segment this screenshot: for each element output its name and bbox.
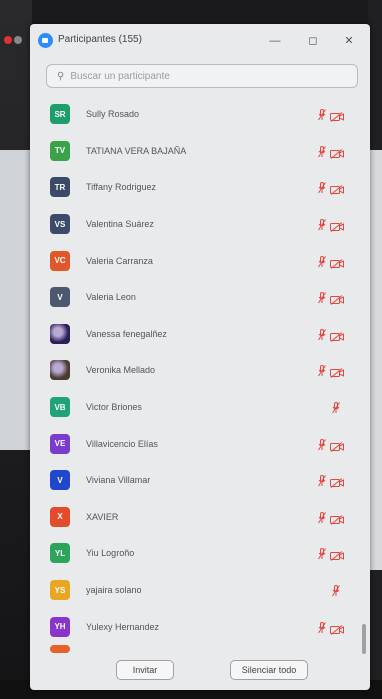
- zoom-logo-icon: [38, 33, 53, 48]
- mute-all-button[interactable]: Silenciar todo: [230, 660, 308, 680]
- avatar: SR: [50, 104, 70, 125]
- camera-off-icon: [330, 256, 344, 269]
- minimize-button[interactable]: —: [266, 32, 284, 50]
- search-input[interactable]: [68, 69, 333, 83]
- participant-name: Valentina Suárez: [86, 219, 154, 230]
- participant-row[interactable]: X XAVIER: [30, 499, 370, 536]
- window-titlebar[interactable]: Participantes (155) — ◻ ✕: [30, 24, 370, 58]
- mic-muted-icon[interactable]: [318, 181, 326, 194]
- mic-muted-icon[interactable]: [318, 218, 326, 231]
- camera-off-icon: [330, 146, 344, 159]
- camera-off-icon: [330, 109, 344, 123]
- participant-name: Yulexy Hernandez: [86, 621, 160, 632]
- mic-muted-icon[interactable]: [318, 291, 326, 304]
- avatar: TV: [50, 140, 70, 161]
- participant-name: TATIANA VERA BAJAÑA: [86, 145, 187, 156]
- participant-row[interactable]: TV TATIANA VERA BAJAÑA: [30, 133, 370, 170]
- participant-row[interactable]: YS yajaira solano: [30, 572, 370, 609]
- participant-name: Veronika Mellado: [86, 365, 156, 376]
- search-icon: ⚲: [57, 70, 65, 82]
- avatar: VE: [50, 433, 70, 454]
- mic-muted-icon[interactable]: [318, 547, 326, 560]
- participant-row[interactable]: V Valeria Leon: [30, 279, 370, 316]
- status-dot-icon: [14, 36, 22, 44]
- participant-name: Villavicencio Elías: [86, 438, 158, 449]
- avatar: [50, 360, 70, 381]
- window-title: Participantes (155): [58, 34, 142, 45]
- participant-row[interactable]: YL Yiu Logroño: [30, 535, 370, 572]
- invite-button[interactable]: Invitar: [116, 660, 174, 680]
- avatar: YS: [50, 580, 70, 601]
- avatar: YL: [50, 543, 70, 564]
- camera-off-icon: [330, 182, 344, 196]
- camera-off-icon: [330, 548, 344, 562]
- search-box[interactable]: ⚲: [46, 64, 358, 88]
- maximize-button[interactable]: ◻: [304, 32, 322, 50]
- avatar: V: [50, 287, 70, 308]
- mic-muted-icon[interactable]: [318, 474, 326, 487]
- mic-muted-icon[interactable]: [318, 255, 326, 267]
- camera-off-icon: [330, 365, 344, 379]
- participant-name: Tiffany Rodriguez: [86, 182, 157, 193]
- participant-row[interactable]: YH Yulexy Hernandez: [30, 608, 370, 645]
- participant-row[interactable]: Veronika Mellado: [30, 352, 370, 389]
- background-window-left: [0, 150, 34, 450]
- camera-off-icon: [330, 622, 344, 635]
- scrollbar-thumb[interactable]: [362, 624, 366, 654]
- participant-name: XAVIER: [86, 511, 119, 522]
- participants-window: Participantes (155) — ◻ ✕ ⚲ SR Sully Rosa…: [30, 24, 370, 690]
- participant-row[interactable]: VC Valeria Carranza: [30, 242, 370, 279]
- participant-name: Vanessa fenegalñez: [86, 328, 167, 339]
- mic-muted-icon[interactable]: [332, 584, 340, 597]
- avatar: [50, 323, 70, 344]
- participant-row[interactable]: SR Sully Rosado: [30, 96, 370, 133]
- mic-muted-icon[interactable]: [318, 364, 326, 377]
- mic-muted-icon[interactable]: [332, 401, 340, 414]
- mic-muted-icon[interactable]: [318, 438, 326, 450]
- avatar: TR: [50, 177, 70, 198]
- participant-name: Valeria Carranza: [86, 255, 153, 266]
- participant-row[interactable]: VB Victor Briones: [30, 389, 370, 426]
- avatar: X: [50, 506, 70, 527]
- close-button[interactable]: ✕: [340, 32, 358, 50]
- participant-row[interactable]: TR Tiffany Rodriguez: [30, 169, 370, 206]
- mic-muted-icon[interactable]: [318, 328, 326, 341]
- window-footer: Invitar Silenciar todo: [30, 652, 370, 690]
- mic-muted-icon[interactable]: [318, 145, 326, 158]
- record-dot-icon: [4, 36, 12, 44]
- avatar: VS: [50, 214, 70, 235]
- participant-name: Valeria Leon: [86, 292, 136, 303]
- participant-row[interactable]: Vanessa fenegalñez: [30, 316, 370, 353]
- mic-muted-icon[interactable]: [318, 108, 326, 121]
- camera-off-icon: [330, 292, 344, 306]
- participants-list[interactable]: SR Sully Rosado TV TATIANA VERA BAJAÑA TR Tif…: [30, 96, 370, 656]
- camera-off-icon: [330, 439, 344, 452]
- camera-off-icon: [330, 512, 344, 525]
- avatar: V: [50, 470, 70, 491]
- participant-name: Viviana Villamar: [86, 475, 151, 486]
- mic-muted-icon[interactable]: [318, 621, 326, 633]
- mic-muted-icon[interactable]: [318, 511, 326, 524]
- participant-row[interactable]: V Viviana Villamar: [30, 462, 370, 499]
- camera-off-icon: [330, 329, 344, 342]
- camera-off-icon: [330, 475, 344, 489]
- avatar: YH: [50, 616, 70, 637]
- participant-name: Sully Rosado: [86, 109, 140, 120]
- avatar: VB: [50, 397, 70, 418]
- participant-name: Yiu Logroño: [86, 548, 135, 559]
- camera-off-icon: [330, 219, 344, 232]
- participant-row[interactable]: VS Valentina Suárez: [30, 206, 370, 243]
- participant-name: yajaira solano: [86, 585, 142, 596]
- participant-row[interactable]: VE Villavicencio Elías: [30, 425, 370, 462]
- participant-name: Victor Briones: [86, 402, 142, 413]
- avatar: VC: [50, 250, 70, 271]
